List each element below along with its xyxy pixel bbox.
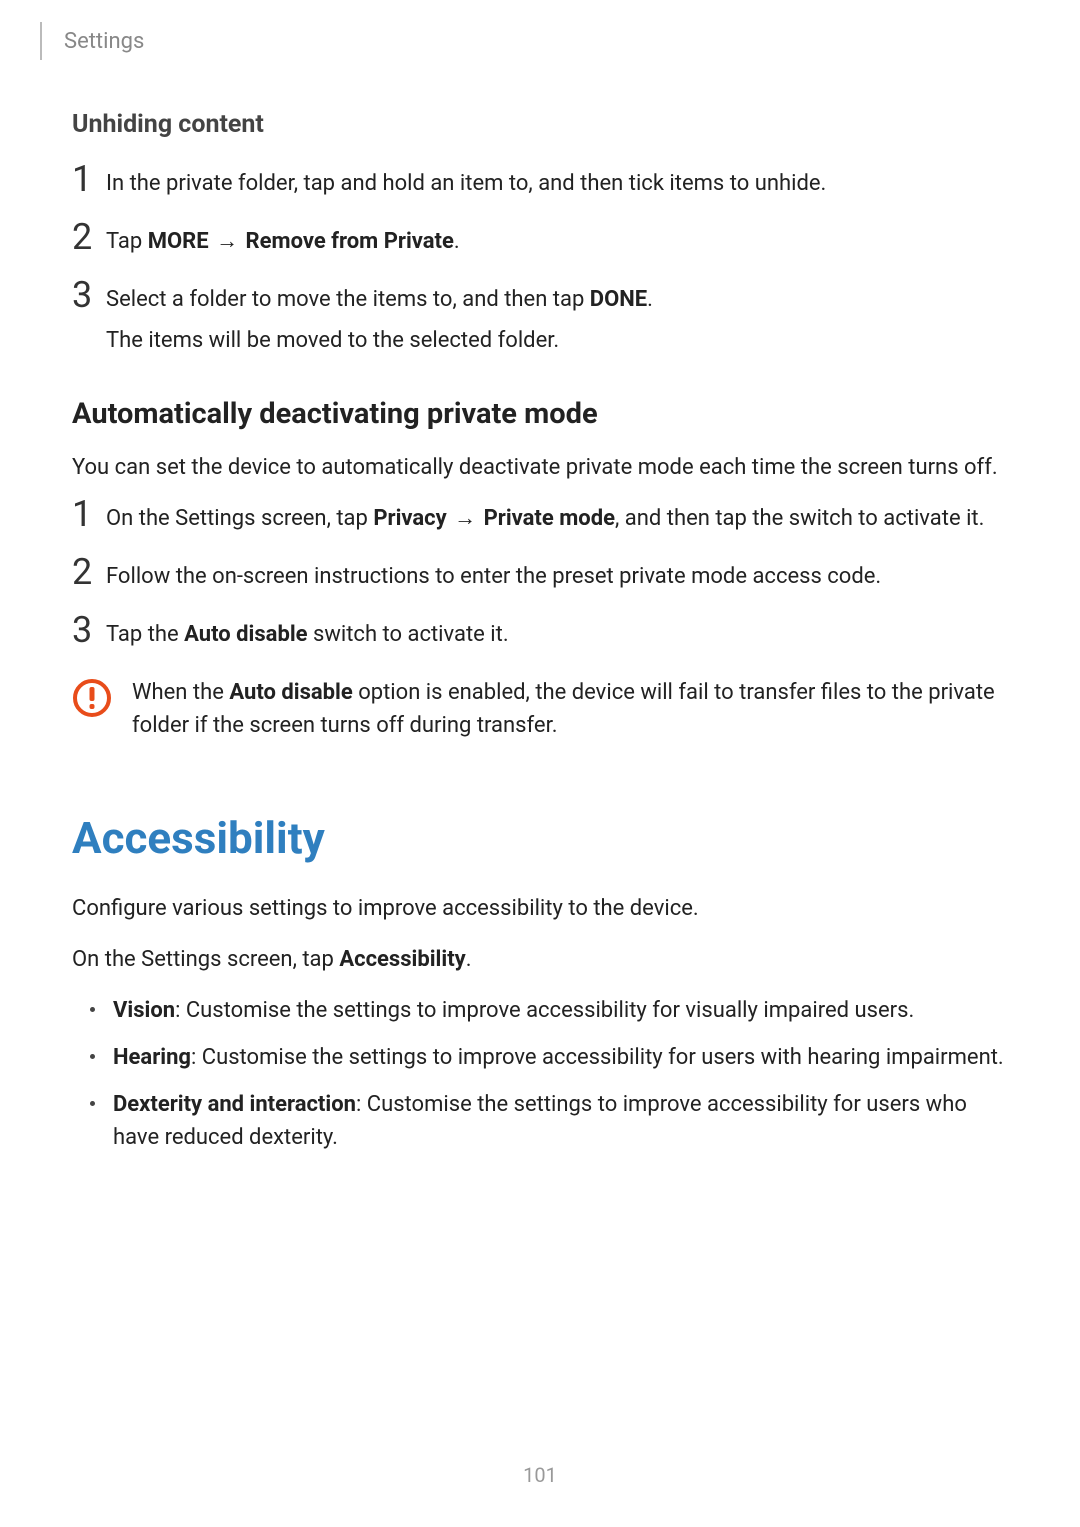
- bold-label: DONE: [590, 287, 647, 312]
- step-item: 2 Tap MORE → Remove from Private.: [72, 225, 1008, 261]
- bullet-text: Vision: Customise the settings to improv…: [113, 994, 1008, 1027]
- text-part: Tap the: [106, 622, 184, 647]
- text-part: , and then tap the switch to activate it…: [615, 506, 984, 531]
- text-part: On the Settings screen, tap: [106, 506, 373, 531]
- bold-label: Vision: [113, 998, 175, 1023]
- arrow-icon: →: [447, 506, 484, 531]
- bold-label: Privacy: [373, 506, 446, 531]
- bold-label: Hearing: [113, 1045, 191, 1070]
- text-part: switch to activate it.: [308, 622, 509, 647]
- step-item: 3 Select a folder to move the items to, …: [72, 283, 1008, 357]
- text-part: .: [454, 229, 460, 254]
- section-accessibility-title: Accessibility: [72, 812, 1008, 864]
- bold-label: MORE: [148, 229, 209, 254]
- bold-label: Private mode: [484, 506, 615, 531]
- bold-label: Auto disable: [229, 680, 352, 705]
- caution-note: When the Auto disable option is enabled,…: [72, 676, 1008, 742]
- step-text: Select a folder to move the items to, an…: [106, 283, 1008, 357]
- list-item: Hearing: Customise the settings to impro…: [90, 1041, 1008, 1074]
- bullet-icon: [90, 1101, 95, 1106]
- text-part: When the: [132, 680, 229, 705]
- step-item: 3 Tap the Auto disable switch to activat…: [72, 618, 1008, 654]
- bold-label: Remove from Private: [246, 229, 454, 254]
- step-text: Tap MORE → Remove from Private.: [106, 225, 1008, 258]
- breadcrumb-header: Settings: [40, 22, 144, 60]
- breadcrumb-divider: [40, 22, 42, 60]
- bold-label: Accessibility: [339, 947, 465, 972]
- step-number: 3: [72, 277, 106, 313]
- page-number: 101: [0, 1463, 1080, 1487]
- caution-icon: [72, 678, 112, 718]
- step-text: Tap the Auto disable switch to activate …: [106, 618, 1008, 651]
- step-number: 3: [72, 612, 106, 648]
- bullet-icon: [90, 1007, 95, 1012]
- text-part: Select a folder to move the items to, an…: [106, 287, 590, 312]
- list-item: Vision: Customise the settings to improv…: [90, 994, 1008, 1027]
- breadcrumb-text: Settings: [64, 29, 144, 54]
- step-text: In the private folder, tap and hold an i…: [106, 167, 1008, 200]
- step-number: 2: [72, 219, 106, 255]
- step-text: Follow the on-screen instructions to ent…: [106, 560, 1008, 593]
- step-number: 1: [72, 161, 106, 197]
- list-item: Dexterity and interaction: Customise the…: [90, 1088, 1008, 1154]
- section-autodeactivate-title: Automatically deactivating private mode: [72, 397, 1008, 431]
- section-intro: You can set the device to automatically …: [72, 451, 1008, 484]
- text-part: Tap: [106, 229, 148, 254]
- bold-label: Auto disable: [184, 622, 307, 647]
- text-part: : Customise the settings to improve acce…: [191, 1045, 1004, 1070]
- text-part: On the Settings screen, tap: [72, 947, 339, 972]
- bullet-list: Vision: Customise the settings to improv…: [72, 994, 1008, 1154]
- text-part: : Customise the settings to improve acce…: [175, 998, 914, 1023]
- bullet-icon: [90, 1054, 95, 1059]
- text-part: .: [647, 287, 653, 312]
- arrow-icon: →: [209, 229, 246, 254]
- bullet-text: Dexterity and interaction: Customise the…: [113, 1088, 1008, 1154]
- step-item: 2 Follow the on-screen instructions to e…: [72, 560, 1008, 596]
- caution-text: When the Auto disable option is enabled,…: [132, 676, 1008, 742]
- section-intro: On the Settings screen, tap Accessibilit…: [72, 943, 1008, 976]
- section-unhiding-title: Unhiding content: [72, 110, 1008, 139]
- step-number: 1: [72, 496, 106, 532]
- text-part: .: [466, 947, 472, 972]
- section-intro: Configure various settings to improve ac…: [72, 892, 1008, 925]
- bullet-text: Hearing: Customise the settings to impro…: [113, 1041, 1008, 1074]
- step-item: 1 In the private folder, tap and hold an…: [72, 167, 1008, 203]
- step-subtext: The items will be moved to the selected …: [106, 324, 1008, 357]
- step-text: On the Settings screen, tap Privacy → Pr…: [106, 502, 1008, 535]
- step-item: 1 On the Settings screen, tap Privacy → …: [72, 502, 1008, 538]
- page-content: Unhiding content 1 In the private folder…: [72, 100, 1008, 1168]
- bold-label: Dexterity and interaction: [113, 1092, 356, 1117]
- step-number: 2: [72, 554, 106, 590]
